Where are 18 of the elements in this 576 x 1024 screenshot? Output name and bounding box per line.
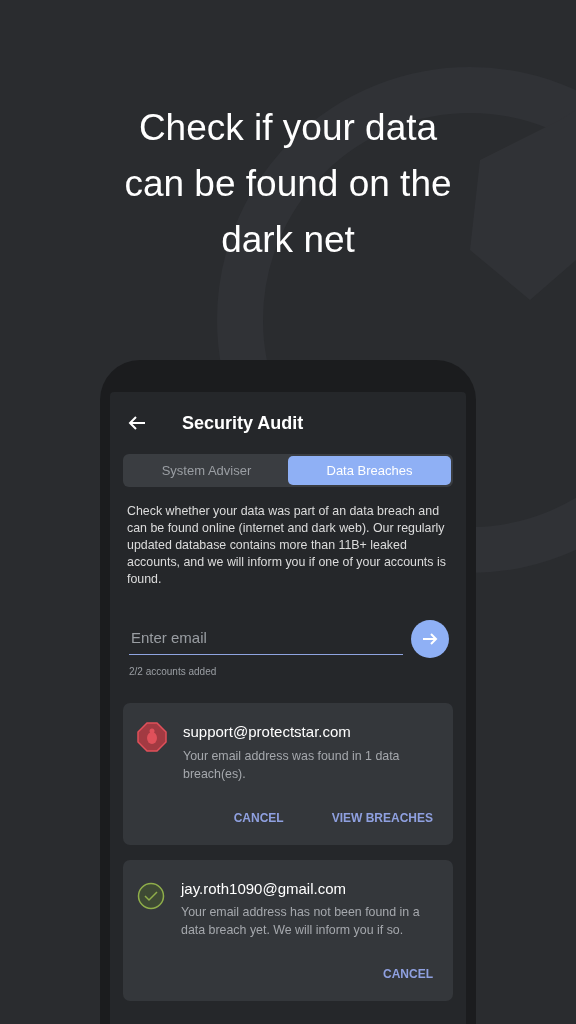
action-link[interactable]: CANCEL	[383, 961, 433, 987]
email-input-field[interactable]: Enter email	[129, 623, 403, 655]
action-link[interactable]: VIEW BREACHES	[331, 804, 433, 831]
back-arrow-icon[interactable]	[128, 415, 146, 431]
account-status-text: Your email address has not been found in a data breach yet. We will inform you if so.	[181, 904, 421, 939]
screen-title: Security Audit	[182, 411, 304, 435]
description-text: Check whether your data was part of an data breach and can be found online (internet and dark web). Our regularly updated database contains more than 11B+ leaked accounts, and we will inform you if one of your accounts is found.	[127, 503, 447, 588]
submit-button[interactable]	[411, 620, 449, 658]
bug-alert-icon	[137, 722, 167, 752]
account-status-text: Your email address was found in 1 data breach(es).	[183, 747, 401, 783]
account-email: support@protectstar.com	[183, 722, 352, 742]
accounts-count-text: 2/2 accounts added	[129, 665, 218, 679]
check-circle-icon	[137, 881, 165, 910]
account-email: jay.roth1090@gmail.com	[181, 878, 348, 899]
arrow-right-icon	[422, 631, 438, 647]
headline: Check if your data can be found on the dark net	[123, 106, 453, 262]
action-link[interactable]: CANCEL	[233, 804, 284, 831]
tab[interactable]: System Adviser	[125, 456, 288, 485]
